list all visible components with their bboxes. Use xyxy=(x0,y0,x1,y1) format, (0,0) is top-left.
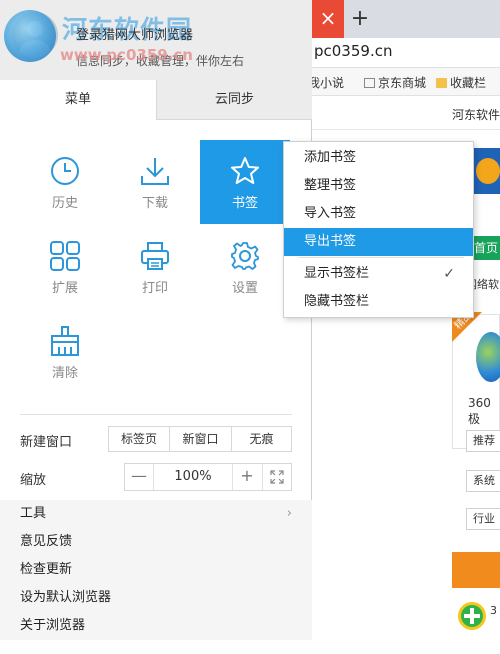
watermark-url: www.pc0359.cn xyxy=(60,46,193,64)
export-bookmarks-item[interactable]: 导出书签 xyxy=(284,228,473,256)
chevron-right-icon: › xyxy=(286,506,292,521)
hide-bookmarks-bar-item[interactable]: 隐藏书签栏 xyxy=(284,288,473,316)
zoom-out-button[interactable]: — xyxy=(125,464,153,490)
clock-icon xyxy=(51,157,79,185)
settings-label: 设置 xyxy=(231,281,258,296)
extensions-label: 扩展 xyxy=(51,281,78,296)
tools-menu-item[interactable]: 工具 › xyxy=(0,500,312,528)
tab-cloud-sync[interactable]: 云同步 xyxy=(156,80,312,120)
bookmark-item[interactable]: 京东商城 xyxy=(364,74,426,91)
star-icon xyxy=(231,157,259,184)
bookmark-item[interactable]: 我小说 xyxy=(308,74,344,91)
organize-bookmarks-item[interactable]: 整理书签 xyxy=(284,172,473,200)
history-label: 历史 xyxy=(51,196,78,211)
incognito-option[interactable]: 无痕 xyxy=(231,426,292,452)
zoom-value: 100% xyxy=(153,464,233,490)
tab-menu[interactable]: 菜单 xyxy=(0,80,156,120)
site-logo-mark xyxy=(476,158,500,184)
product-logo xyxy=(476,332,500,382)
bookmark-submenu: 添加书签 整理书签 导入书签 导出书签 显示书签栏 ✓ 隐藏书签栏 xyxy=(283,141,474,318)
set-default-browser-menu-item[interactable]: 设为默认浏览器 xyxy=(0,584,312,612)
history-button[interactable]: 历史 xyxy=(20,140,110,224)
bookmark-item[interactable]: 收藏栏 xyxy=(436,74,486,91)
tab-close-button[interactable]: × xyxy=(312,0,344,38)
new-tab-option[interactable]: 标签页 xyxy=(108,426,170,452)
show-bookmarks-bar-item[interactable]: 显示书签栏 ✓ xyxy=(284,260,473,288)
feedback-menu-item[interactable]: 意见反馈 xyxy=(0,528,312,556)
about-menu-item[interactable]: 关于浏览器 xyxy=(0,612,312,640)
zoom-in-button[interactable]: + xyxy=(233,464,261,490)
category-chip[interactable]: 推荐 xyxy=(466,430,500,452)
product-name[interactable]: 360极 xyxy=(468,396,500,427)
import-bookmarks-item[interactable]: 导入书签 xyxy=(284,200,473,228)
orange-banner xyxy=(452,552,500,588)
browser-main-menu: 河东软件园 登录猎网大师浏览器 信息同步，收藏管理，伴你左右 www.pc035… xyxy=(0,0,312,640)
downloads-button[interactable]: 下载 xyxy=(110,140,200,224)
login-link[interactable]: 登录猎网大师浏览器 xyxy=(76,24,193,43)
new-window-option[interactable]: 新窗口 xyxy=(169,426,232,452)
menu-divider xyxy=(20,414,292,415)
check-icon: ✓ xyxy=(443,266,455,282)
printer-icon xyxy=(141,242,169,270)
download-icon xyxy=(141,158,169,185)
show-bookmarks-bar-label: 显示书签栏 xyxy=(304,266,370,281)
bookmarks-label: 书签 xyxy=(231,196,258,211)
print-button[interactable]: 打印 xyxy=(110,225,200,309)
page-icon xyxy=(364,78,375,88)
address-url[interactable]: pc0359.cn xyxy=(314,42,392,60)
clear-data-label: 清除 xyxy=(51,366,78,381)
new-window-label: 新建窗口 xyxy=(20,435,73,450)
category-chip[interactable]: 系统 xyxy=(466,470,500,492)
broom-icon xyxy=(51,326,79,356)
new-tab-button[interactable]: + xyxy=(350,4,370,34)
extensions-icon xyxy=(50,241,80,271)
zoom-label: 缩放 xyxy=(20,473,47,488)
submenu-divider xyxy=(298,257,464,258)
settings-button[interactable]: 设置 xyxy=(200,225,290,309)
zoom-control: — 100% + xyxy=(124,463,292,491)
extensions-button[interactable]: 扩展 xyxy=(20,225,110,309)
account-header[interactable]: 河东软件园 登录猎网大师浏览器 信息同步，收藏管理，伴你左右 www.pc035… xyxy=(0,0,312,80)
bookmarks-bar: 我小说 京东商城 收藏栏 xyxy=(308,68,500,96)
site-header-bar: 河东软件 xyxy=(312,96,500,130)
tools-label: 工具 xyxy=(20,506,47,521)
gear-icon xyxy=(231,242,259,270)
bookmarks-button[interactable]: 书签 xyxy=(200,140,290,224)
add-icon[interactable] xyxy=(458,602,486,630)
menu-tabs: 菜单 云同步 xyxy=(0,80,312,120)
category-chip[interactable]: 行业 xyxy=(466,508,500,530)
clear-data-button[interactable]: 清除 xyxy=(20,310,110,394)
check-update-menu-item[interactable]: 检查更新 xyxy=(0,556,312,584)
print-label: 打印 xyxy=(141,281,168,296)
site-header-text: 河东软件 xyxy=(452,108,500,122)
folder-icon xyxy=(436,78,447,88)
bookmark-label: 京东商城 xyxy=(378,76,427,90)
add-bookmark-item[interactable]: 添加书签 xyxy=(284,144,473,172)
side-text: 3 xyxy=(490,604,497,617)
menu-list: 工具 › 意见反馈 检查更新 设为默认浏览器 关于浏览器 xyxy=(0,500,312,640)
fullscreen-icon xyxy=(269,470,284,484)
bookmark-label: 收藏栏 xyxy=(450,76,487,90)
fullscreen-button[interactable] xyxy=(262,464,290,490)
downloads-label: 下载 xyxy=(141,196,168,211)
watermark-logo xyxy=(4,10,56,62)
